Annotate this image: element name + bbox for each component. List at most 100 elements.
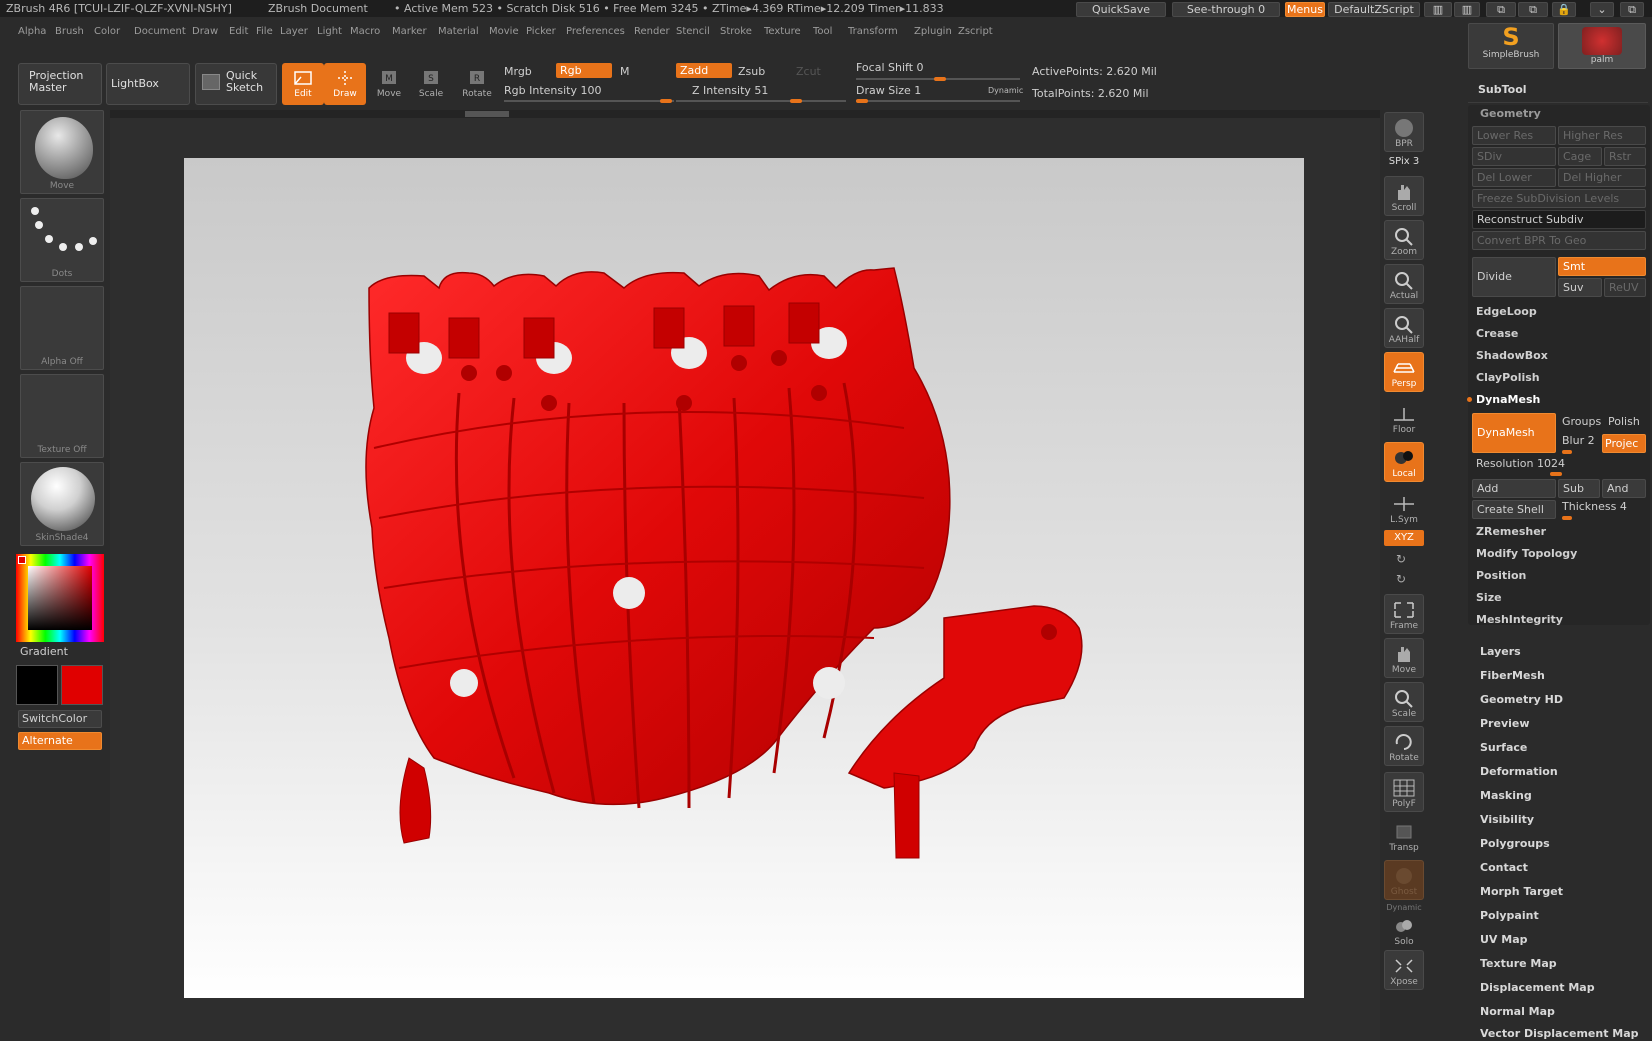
zremesher-section[interactable]: ZRemesher	[1476, 525, 1546, 538]
rotate-view-button[interactable]: Rotate	[1384, 726, 1424, 766]
crease-section[interactable]: Crease	[1476, 327, 1518, 340]
divide-button[interactable]: Divide	[1472, 257, 1556, 297]
lightbox-button[interactable]: LightBox	[106, 63, 190, 105]
menu-texture[interactable]: Texture	[764, 26, 801, 37]
document-canvas[interactable]	[184, 158, 1304, 998]
scroll-button[interactable]: Scroll	[1384, 176, 1424, 216]
window-arrange-icon[interactable]: ⧉	[1486, 2, 1516, 17]
morph-target-header[interactable]: Morph Target	[1480, 885, 1563, 898]
dynamesh-section[interactable]: DynaMesh	[1476, 393, 1540, 406]
vector-displacement-map-header[interactable]: Vector Displacement Map	[1480, 1027, 1639, 1040]
menu-file[interactable]: File	[256, 26, 273, 37]
maximize-icon[interactable]: ⧉	[1620, 2, 1644, 17]
menu-tool[interactable]: Tool	[813, 26, 832, 37]
z-intensity-slider[interactable]: Z Intensity 51	[692, 84, 768, 97]
menu-brush[interactable]: Brush	[55, 26, 84, 37]
texture-selector[interactable]: Texture Off	[20, 374, 104, 458]
reconstruct-subdiv-button[interactable]: Reconstruct Subdiv	[1472, 210, 1646, 229]
stroke-selector[interactable]: Dots	[20, 198, 104, 282]
projection-master-button[interactable]: Projection Master	[18, 63, 102, 105]
local-button[interactable]: Local	[1384, 442, 1424, 482]
brush-selector[interactable]: Move	[20, 110, 104, 194]
horizontal-scrollbar[interactable]	[110, 110, 1380, 118]
scrollbar-thumb[interactable]	[465, 111, 509, 117]
preview-header[interactable]: Preview	[1480, 717, 1530, 730]
masking-header[interactable]: Masking	[1480, 789, 1532, 802]
and-button[interactable]: And	[1602, 479, 1646, 498]
blur-slider[interactable]: Blur 2	[1562, 434, 1595, 447]
surface-header[interactable]: Surface	[1480, 741, 1527, 754]
color-picker[interactable]	[16, 554, 104, 642]
smt-toggle[interactable]: Smt	[1558, 257, 1646, 276]
geometry-hd-header[interactable]: Geometry HD	[1480, 693, 1563, 706]
mrgb-toggle[interactable]: Mrgb	[504, 65, 532, 78]
resolution-slider[interactable]: Resolution 1024	[1476, 457, 1565, 470]
displacement-map-header[interactable]: Displacement Map	[1480, 981, 1595, 994]
polygroups-header[interactable]: Polygroups	[1480, 837, 1550, 850]
suv-toggle[interactable]: Suv	[1558, 278, 1602, 297]
alpha-selector[interactable]: Alpha Off	[20, 286, 104, 370]
menu-edit[interactable]: Edit	[229, 26, 248, 37]
blur-knob[interactable]	[1562, 450, 1572, 454]
solo-button[interactable]: Solo	[1384, 910, 1424, 950]
uv-map-header[interactable]: UV Map	[1480, 933, 1528, 946]
xyz-button[interactable]: XYZ	[1384, 530, 1424, 546]
scale-button[interactable]: S Scale	[410, 63, 452, 105]
aahalf-button[interactable]: AAHalf	[1384, 308, 1424, 348]
rotate-z-icon[interactable]: ↻	[1396, 572, 1406, 586]
menu-color[interactable]: Color	[94, 26, 120, 37]
cage-button[interactable]: Cage	[1558, 147, 1602, 166]
size-section[interactable]: Size	[1476, 591, 1502, 604]
menu-zscript[interactable]: Zscript	[958, 26, 993, 37]
groups-toggle[interactable]: Groups	[1562, 415, 1601, 428]
position-section[interactable]: Position	[1476, 569, 1526, 582]
del-higher-button[interactable]: Del Higher	[1558, 168, 1646, 187]
meshintegrity-section[interactable]: MeshIntegrity	[1476, 613, 1563, 626]
dynamesh-button[interactable]: DynaMesh	[1472, 413, 1556, 453]
ghost-button[interactable]: Ghost	[1384, 860, 1424, 900]
edit-button[interactable]: Edit	[282, 63, 324, 105]
quick-sketch-button[interactable]: Quick Sketch	[195, 63, 277, 105]
red-corset-model[interactable]	[184, 158, 1304, 998]
quicksave-button[interactable]: QuickSave	[1076, 2, 1166, 17]
rgb-toggle[interactable]: Rgb	[556, 63, 612, 78]
gradient-toggle[interactable]: Gradient	[20, 645, 68, 658]
menu-zplugin[interactable]: Zplugin	[914, 26, 952, 37]
menu-alpha[interactable]: Alpha	[18, 26, 46, 37]
layers-header[interactable]: Layers	[1480, 645, 1521, 658]
primary-color-swatch[interactable]	[16, 665, 58, 705]
switch-color-button[interactable]: SwitchColor	[18, 710, 102, 728]
see-through-slider[interactable]: See-through 0	[1172, 2, 1280, 17]
menu-draw[interactable]: Draw	[192, 26, 218, 37]
deformation-header[interactable]: Deformation	[1480, 765, 1558, 778]
zadd-toggle[interactable]: Zadd	[676, 63, 732, 78]
frame-button[interactable]: Frame	[1384, 594, 1424, 634]
menu-render[interactable]: Render	[634, 26, 670, 37]
resolution-knob[interactable]	[1550, 472, 1562, 476]
menu-light[interactable]: Light	[317, 26, 342, 37]
window-arrange-2-icon[interactable]: ⧉	[1518, 2, 1548, 17]
texture-map-header[interactable]: Texture Map	[1480, 957, 1557, 970]
rotate-y-icon[interactable]: ↻	[1396, 552, 1406, 566]
zcut-toggle[interactable]: Zcut	[796, 65, 821, 78]
geometry-header[interactable]: Geometry	[1480, 107, 1541, 120]
menu-picker[interactable]: Picker	[526, 26, 556, 37]
persp-button[interactable]: Persp	[1384, 352, 1424, 392]
zsub-toggle[interactable]: Zsub	[738, 65, 765, 78]
material-selector[interactable]: SkinShade4	[20, 462, 104, 546]
rotate-button[interactable]: R Rotate	[456, 63, 498, 105]
menu-transform[interactable]: Transform	[848, 26, 898, 37]
floor-button[interactable]: Floor	[1384, 398, 1424, 438]
menu-material[interactable]: Material	[438, 26, 479, 37]
contact-header[interactable]: Contact	[1480, 861, 1528, 874]
focal-shift-slider[interactable]: Focal Shift 0	[856, 61, 924, 74]
secondary-color-swatch[interactable]	[61, 665, 103, 705]
rgb-intensity-knob[interactable]	[660, 99, 672, 103]
polish-toggle[interactable]: Polish	[1608, 415, 1640, 428]
rgb-intensity-slider[interactable]: Rgb Intensity 100	[504, 84, 601, 97]
lower-res-button[interactable]: Lower Res	[1472, 126, 1556, 145]
actual-button[interactable]: Actual	[1384, 264, 1424, 304]
create-shell-button[interactable]: Create Shell	[1472, 500, 1556, 519]
sub-button[interactable]: Sub	[1558, 479, 1600, 498]
add-button[interactable]: Add	[1472, 479, 1556, 498]
